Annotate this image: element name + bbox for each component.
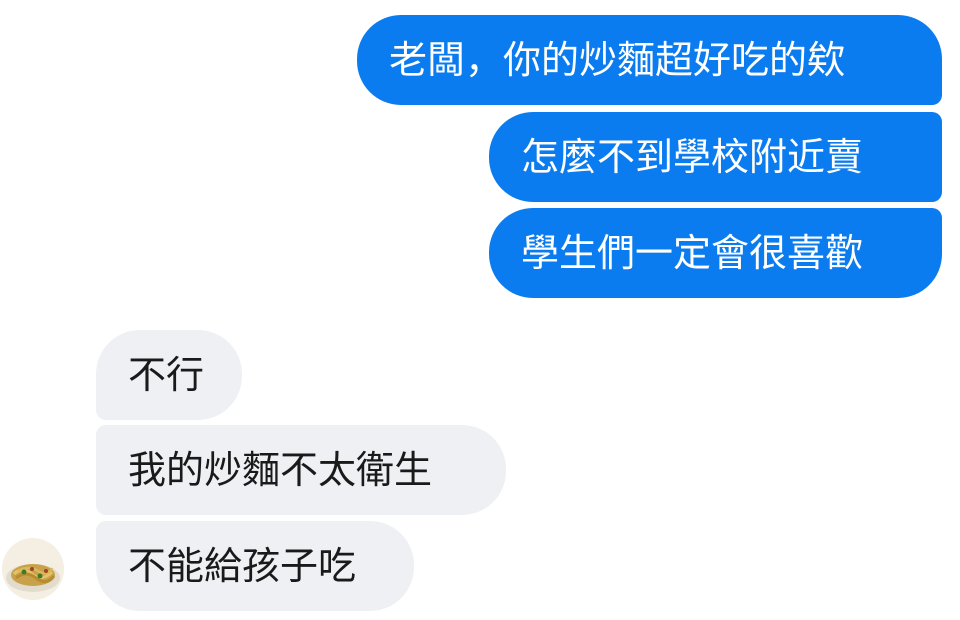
message-text: 我的炒麵不太衛生	[128, 448, 433, 492]
message-thread: 老闆，你的炒麵超好吃的欸 怎麼不到學校附近賣 學生們一定會很喜歡 不行 我的炒麵…	[0, 0, 960, 620]
contact-avatar[interactable]	[2, 538, 64, 600]
sent-message-bubble[interactable]: 老闆，你的炒麵超好吃的欸	[357, 15, 942, 105]
sent-message-bubble[interactable]: 怎麼不到學校附近賣	[489, 112, 942, 202]
message-text: 不行	[128, 353, 205, 397]
message-text: 學生們一定會很喜歡	[521, 231, 864, 275]
received-message-bubble[interactable]: 不行	[96, 330, 242, 420]
message-text: 怎麼不到學校附近賣	[521, 135, 864, 179]
received-message-bubble[interactable]: 我的炒麵不太衛生	[96, 425, 506, 515]
sent-message-bubble[interactable]: 學生們一定會很喜歡	[489, 208, 942, 298]
message-text: 不能給孩子吃	[128, 544, 357, 588]
received-message-bubble[interactable]: 不能給孩子吃	[96, 521, 414, 611]
fried-noodles-avatar-icon	[2, 538, 64, 600]
message-text: 老闆，你的炒麵超好吃的欸	[389, 38, 846, 82]
